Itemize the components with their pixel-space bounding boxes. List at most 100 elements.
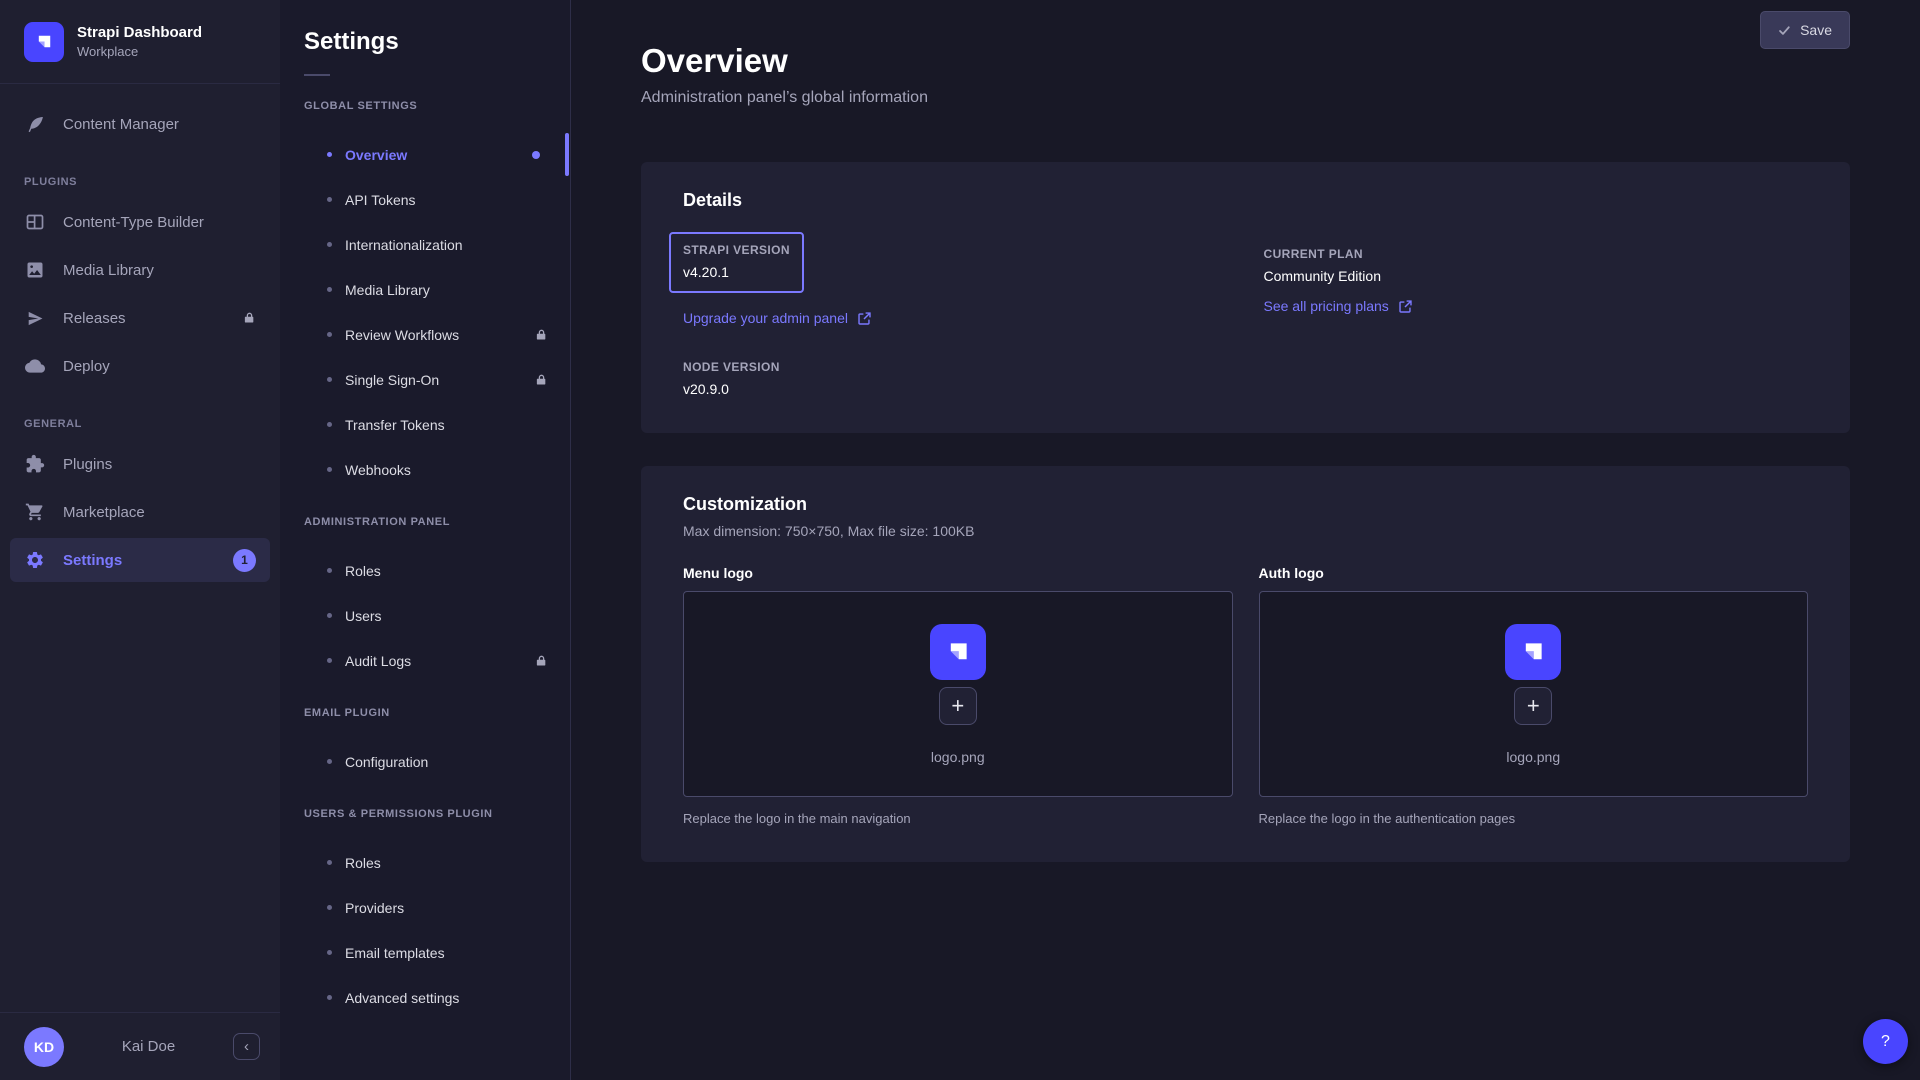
gear-icon <box>24 550 46 570</box>
auth-logo-filename: logo.png <box>1506 749 1560 765</box>
plus-icon: + <box>1527 695 1540 717</box>
bullet-icon <box>327 613 332 618</box>
collapse-sidebar-button[interactable]: ‹ <box>233 1033 260 1060</box>
workspace-titles: Strapi Dashboard Workplace <box>77 24 202 59</box>
save-button[interactable]: Save <box>1760 11 1850 49</box>
subnav-section-administration-panel: ADMINISTRATION PANEL <box>304 516 546 528</box>
auth-logo-column: Auth logo + logo.png Replace the logo in… <box>1259 565 1809 826</box>
subnav-item-single-sign-on[interactable]: Single Sign-On <box>280 357 570 402</box>
sidebar-item-content-manager[interactable]: Content Manager <box>10 102 270 146</box>
menu-logo-caption: Replace the logo in the main navigation <box>683 811 1233 826</box>
upgrade-admin-panel-link[interactable]: Upgrade your admin panel <box>683 310 872 326</box>
subnav-item-advanced-settings[interactable]: Advanced settings <box>280 975 570 1020</box>
subnav-item-roles-up[interactable]: Roles <box>280 840 570 885</box>
sidebar-item-label: Media Library <box>63 262 256 279</box>
logo-grid: Menu logo + logo.png Replace the logo in… <box>683 565 1808 826</box>
sidebar-footer: KD Kai Doe ‹ <box>0 1012 280 1080</box>
sidebar-item-content-type-builder[interactable]: Content-Type Builder <box>10 200 270 244</box>
check-icon <box>1778 24 1791 37</box>
sidebar-item-media-library[interactable]: Media Library <box>10 248 270 292</box>
details-card: Details STRAPI VERSION v4.20.1 Upgrade y… <box>641 162 1850 433</box>
subnav-item-users[interactable]: Users <box>280 593 570 638</box>
sidebar-item-label: Settings <box>63 552 216 569</box>
menu-logo-column: Menu logo + logo.png Replace the logo in… <box>683 565 1233 826</box>
add-logo-button[interactable]: + <box>939 687 977 725</box>
subnav-item-roles-admin[interactable]: Roles <box>280 548 570 593</box>
sidebar-item-releases[interactable]: Releases <box>10 296 270 340</box>
lock-icon <box>535 328 548 342</box>
layout-icon <box>24 212 46 232</box>
subnav-item-api-tokens[interactable]: API Tokens <box>280 177 570 222</box>
app-name: Strapi Dashboard <box>77 24 202 42</box>
question-mark-icon: ? <box>1881 1033 1890 1051</box>
external-link-icon <box>1398 299 1413 314</box>
sidebar-item-label: Plugins <box>63 456 256 473</box>
strapi-version-highlight: STRAPI VERSION v4.20.1 <box>669 232 804 293</box>
details-right-column: CURRENT PLAN Community Edition See all p… <box>1264 232 1809 397</box>
subnav-item-internationalization[interactable]: Internationalization <box>280 222 570 267</box>
bullet-icon <box>327 950 332 955</box>
sidebar-item-label: Releases <box>63 310 226 327</box>
lock-icon <box>535 654 548 668</box>
auth-logo-caption: Replace the logo in the authentication p… <box>1259 811 1809 826</box>
active-indicator-dot <box>532 151 540 159</box>
sidebar-item-settings[interactable]: Settings 1 <box>10 538 270 582</box>
subnav-item-media-library[interactable]: Media Library <box>280 267 570 312</box>
subnav-item-overview[interactable]: Overview <box>280 132 570 177</box>
user-avatar[interactable]: KD <box>24 1027 64 1067</box>
details-heading: Details <box>683 190 1808 211</box>
cart-icon <box>24 502 46 522</box>
subnav-section-users-permissions: USERS & PERMISSIONS PLUGIN <box>304 808 546 820</box>
bullet-icon <box>327 377 332 382</box>
lock-icon <box>243 311 256 325</box>
sidebar-item-label: Marketplace <box>63 504 256 521</box>
pricing-plans-link[interactable]: See all pricing plans <box>1264 298 1413 314</box>
subnav-item-transfer-tokens[interactable]: Transfer Tokens <box>280 402 570 447</box>
sidebar-item-marketplace[interactable]: Marketplace <box>10 490 270 534</box>
workspace-header[interactable]: Strapi Dashboard Workplace <box>0 0 280 84</box>
menu-logo-label: Menu logo <box>683 565 1233 581</box>
page-subtitle: Administration panel’s global informatio… <box>641 89 1850 107</box>
subnav-item-audit-logs[interactable]: Audit Logs <box>280 638 570 683</box>
strapi-logo-icon <box>24 22 64 62</box>
sidebar-item-deploy[interactable]: Deploy <box>10 344 270 388</box>
subnav-title: Settings <box>304 28 546 56</box>
subnav-divider <box>304 74 330 76</box>
cloud-icon <box>24 356 46 376</box>
subnav-item-providers[interactable]: Providers <box>280 885 570 930</box>
details-grid: STRAPI VERSION v4.20.1 Upgrade your admi… <box>683 232 1808 397</box>
sidebar-item-label: Content-Type Builder <box>63 214 256 231</box>
subnav-item-configuration[interactable]: Configuration <box>280 739 570 784</box>
subnav-item-review-workflows[interactable]: Review Workflows <box>280 312 570 357</box>
sidebar-item-plugins[interactable]: Plugins <box>10 442 270 486</box>
node-version-value: v20.9.0 <box>683 381 1228 397</box>
customization-card: Customization Max dimension: 750×750, Ma… <box>641 466 1850 862</box>
add-logo-button[interactable]: + <box>1514 687 1552 725</box>
main-sidebar: Strapi Dashboard Workplace Content Manag… <box>0 0 280 1080</box>
subnav-item-webhooks[interactable]: Webhooks <box>280 447 570 492</box>
puzzle-icon <box>24 454 46 474</box>
help-button[interactable]: ? <box>1863 1019 1908 1064</box>
current-plan-block: CURRENT PLAN Community Edition <box>1264 232 1809 284</box>
strapi-logo-icon <box>1505 624 1561 680</box>
menu-logo-upload-box[interactable]: + logo.png <box>683 591 1233 797</box>
workspace-name: Workplace <box>77 44 202 59</box>
auth-logo-upload-box[interactable]: + logo.png <box>1259 591 1809 797</box>
menu-logo-filename: logo.png <box>931 749 985 765</box>
auth-logo-label: Auth logo <box>1259 565 1809 581</box>
user-name: Kai Doe <box>74 1038 223 1055</box>
subnav-section-global-settings: GLOBAL SETTINGS <box>304 100 546 112</box>
page-title: Overview <box>641 42 1850 80</box>
node-version-label: NODE VERSION <box>683 360 1228 374</box>
current-plan-label: CURRENT PLAN <box>1264 247 1809 261</box>
bullet-icon <box>327 860 332 865</box>
bullet-icon <box>327 568 332 573</box>
bullet-icon <box>327 422 332 427</box>
external-link-icon <box>857 311 872 326</box>
lock-icon <box>535 373 548 387</box>
chevron-left-icon: ‹ <box>244 1038 249 1055</box>
sidebar-section-general: GENERAL <box>24 418 256 430</box>
bullet-icon <box>327 242 332 247</box>
subnav-item-email-templates[interactable]: Email templates <box>280 930 570 975</box>
bullet-icon <box>327 332 332 337</box>
